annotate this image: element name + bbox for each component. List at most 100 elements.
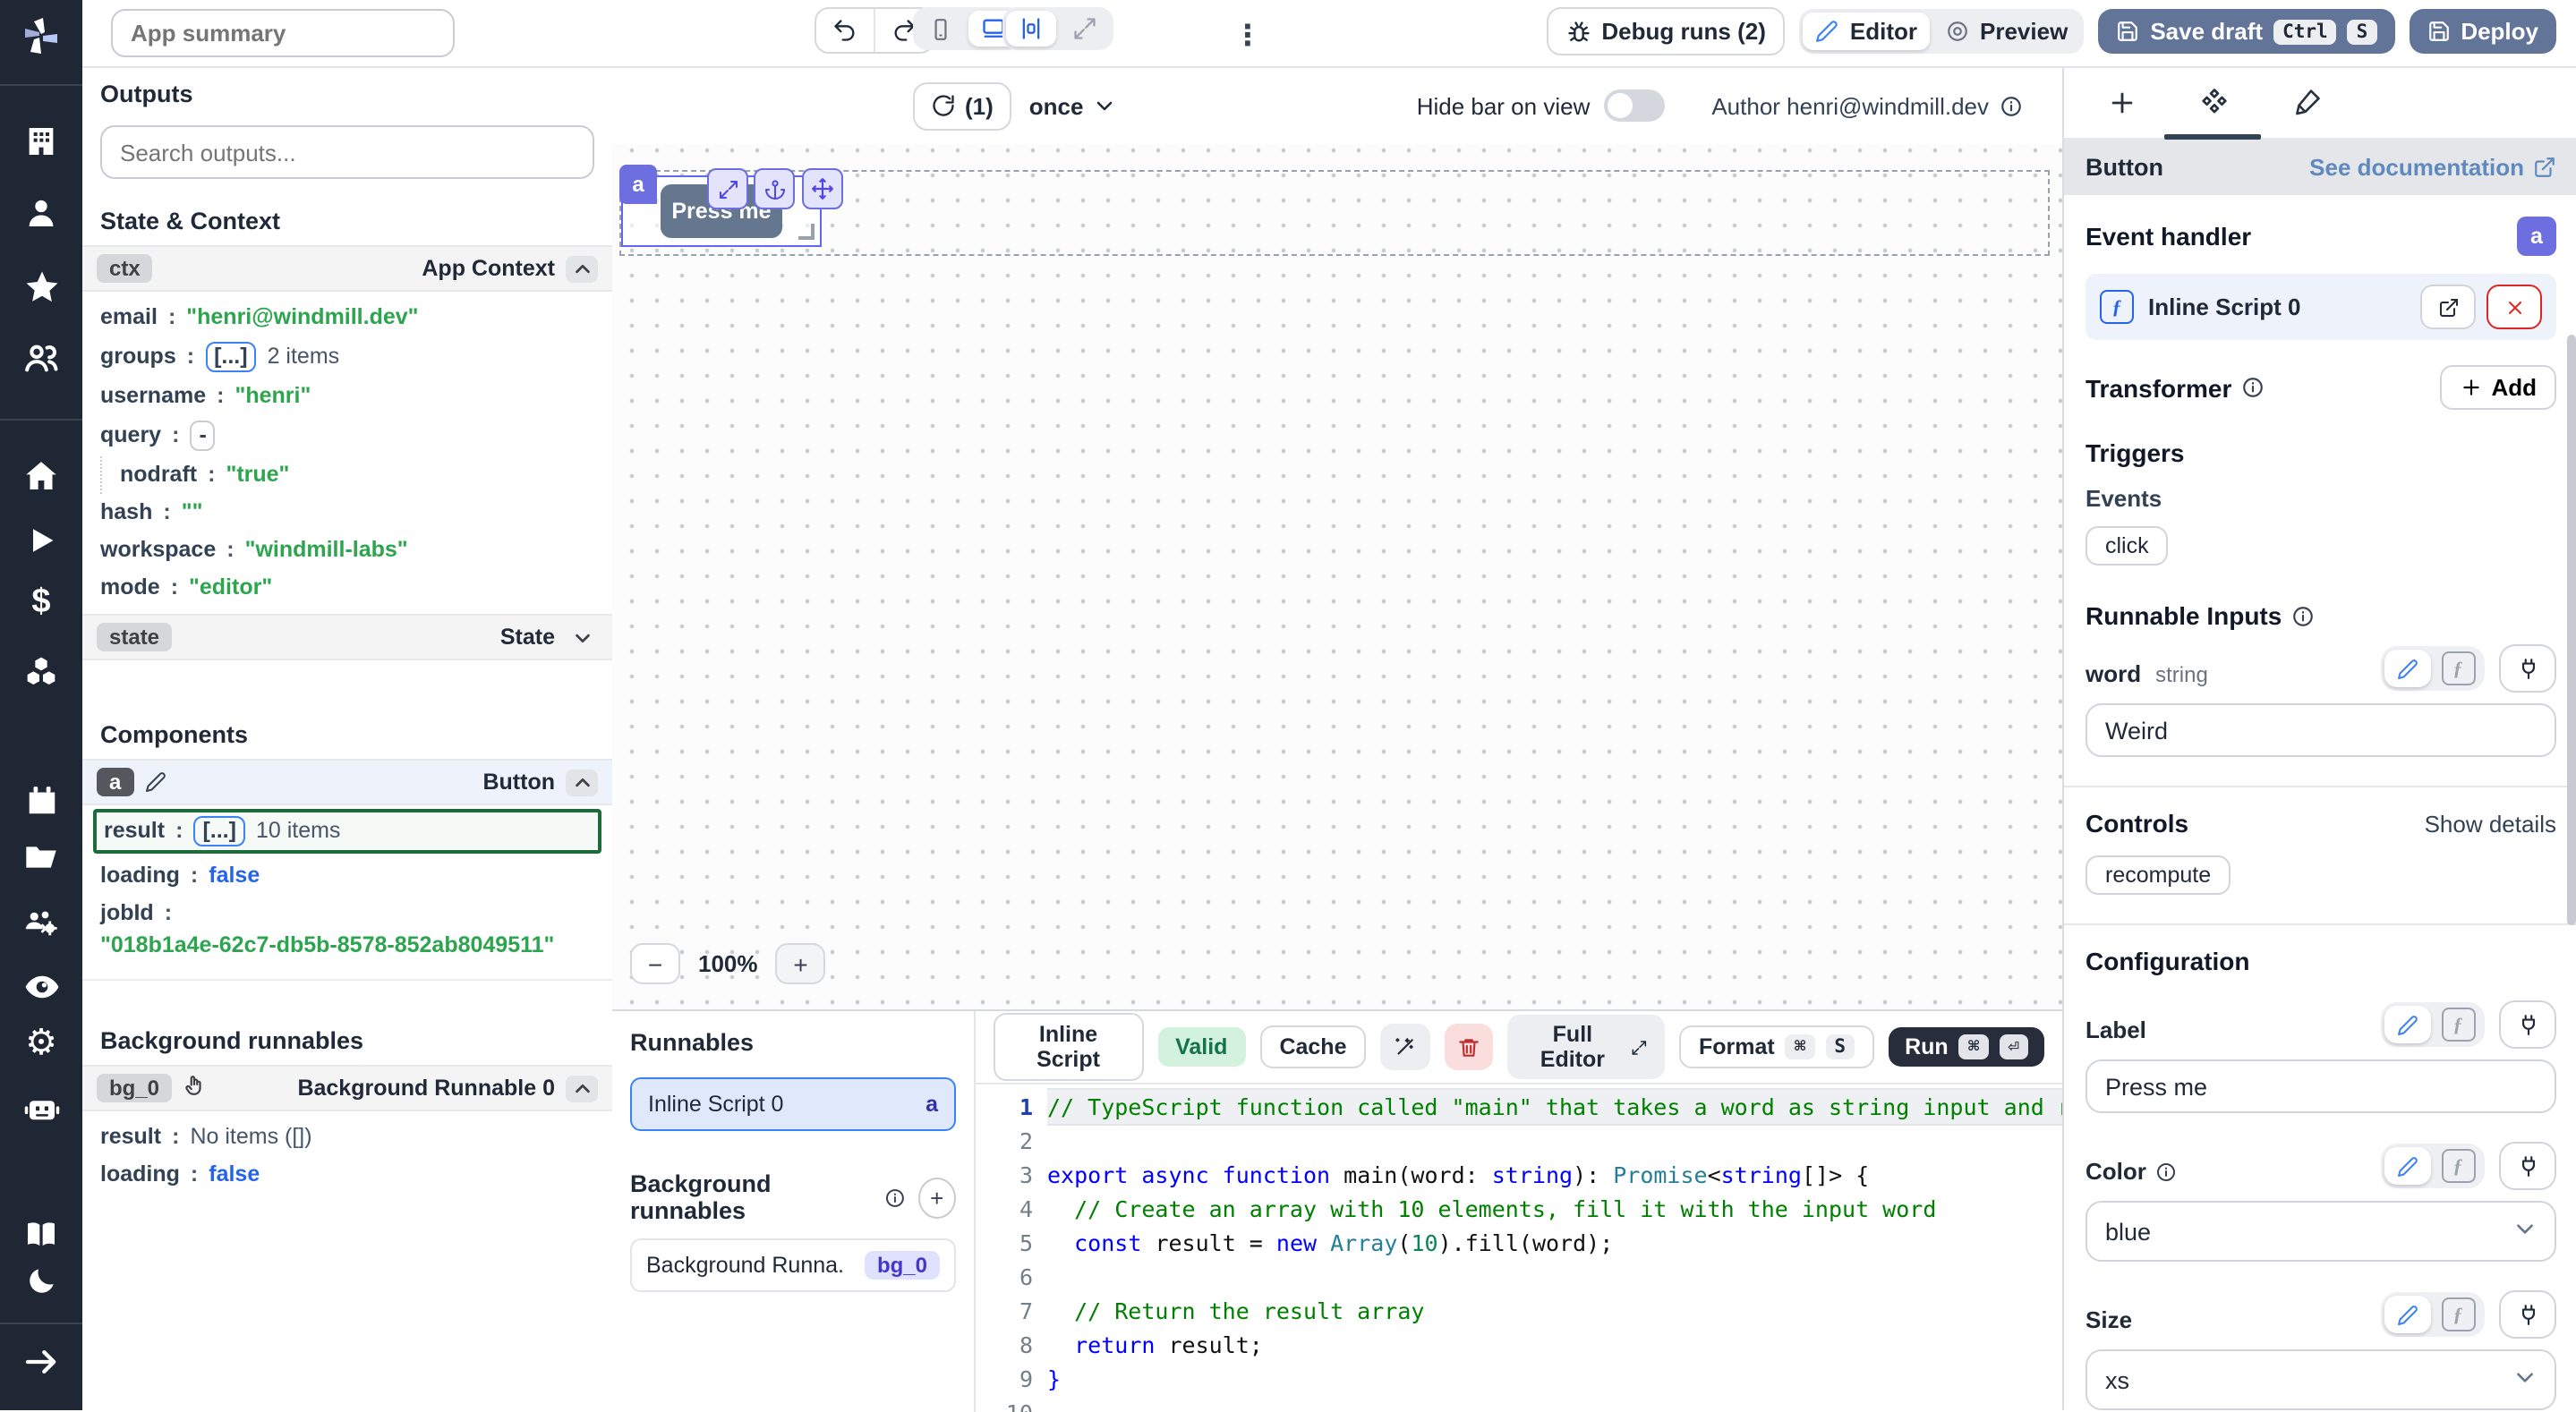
size-select[interactable]: xs [2086,1349,2556,1410]
bg-runnable-header-row[interactable]: bg_0 Background Runnable 0 [82,1065,612,1111]
bg-row-result[interactable]: result:No items ([]) [82,1119,612,1156]
connect-plug-button[interactable] [2499,1290,2556,1339]
expand-array-button[interactable]: [...] [193,816,245,846]
expand-handle[interactable] [707,168,748,209]
word-value-input[interactable] [2086,703,2556,757]
ctx-row-mode[interactable]: mode:"editor" [82,569,612,607]
collapse-chevron-down-icon[interactable] [566,624,598,651]
runnable-item-inline-script-0[interactable]: Inline Script 0 a [630,1077,956,1131]
refresh-mode-select[interactable]: once [1029,92,1116,119]
ctx-header-row[interactable]: ctx App Context [82,245,612,292]
button-component-header-row[interactable]: a Button [82,759,612,805]
schedules-calendar-icon[interactable] [0,784,82,818]
collapse-chevron-up-icon[interactable] [566,769,598,795]
hide-bar-toggle[interactable] [1604,89,1665,122]
deploy-button[interactable]: Deploy [2409,9,2556,54]
zoom-in-button[interactable]: + [776,943,826,984]
expand-object-button[interactable]: - [190,421,215,451]
eval-mode-button[interactable]: ƒ [2435,1006,2481,1043]
ctx-row-groups[interactable]: groups:[...]2 items [82,336,612,378]
refresh-button[interactable]: (1) [913,81,1011,130]
ai-robot-icon[interactable] [0,1090,82,1127]
eval-mode-button[interactable]: ƒ [2435,650,2481,687]
info-icon[interactable] [884,1186,906,1209]
run-button[interactable]: Run ⌘ ⏎ [1889,1027,2044,1067]
delete-script-button[interactable] [1444,1024,1493,1070]
see-documentation-link[interactable]: See documentation [2309,154,2556,181]
code-lines[interactable]: // TypeScript function called "main" tha… [1047,1085,2062,1412]
cache-button[interactable]: Cache [1259,1025,1366,1068]
tab-component-settings[interactable] [2198,86,2231,118]
eval-mode-button[interactable]: ƒ [2435,1147,2481,1185]
groups-users-icon[interactable] [0,340,82,376]
format-button[interactable]: Format ⌘ S [1679,1025,1874,1068]
windmill-logo-icon[interactable] [0,14,82,57]
docs-book-icon[interactable] [0,1217,82,1253]
eval-mode-button[interactable]: ƒ [2435,1296,2481,1333]
add-transformer-button[interactable]: Add [2439,365,2556,410]
user-icon[interactable] [0,195,82,231]
show-details-link[interactable]: Show details [2425,810,2556,837]
ai-wand-button[interactable] [1381,1024,1430,1070]
editor-tab[interactable]: Editor [1804,13,1930,50]
favorites-star-icon[interactable] [0,268,82,306]
save-draft-button[interactable]: Save draft Ctrl S [2098,9,2394,54]
ctx-row-nodraft[interactable]: nodraft:"true" [100,456,612,494]
resize-handle[interactable] [798,224,815,240]
collapse-chevron-up-icon[interactable] [566,1075,598,1102]
variables-dollar-icon[interactable]: $ [0,585,82,621]
panel-scrollbar-thumb[interactable] [2567,335,2576,925]
collapse-chevron-up-icon[interactable] [566,255,598,282]
zoom-out-button[interactable]: − [630,943,680,984]
preview-tab[interactable]: Preview [1933,13,2080,50]
info-icon[interactable] [2240,376,2264,399]
settings-gear-icon[interactable]: ⚙ [0,1027,82,1061]
expand-array-button[interactable]: [...] [205,342,257,372]
app-canvas[interactable]: a Press me − 100% + [612,145,2062,1009]
button-row-loading[interactable]: loading:false [82,857,612,895]
center-layout-button[interactable] [1006,11,1056,47]
state-header-row[interactable]: state State [82,614,612,660]
static-mode-button[interactable] [2384,1147,2431,1185]
label-value-input[interactable] [2086,1059,2556,1113]
info-icon[interactable] [2155,1161,2177,1182]
search-outputs-input[interactable] [100,125,594,179]
connect-plug-button[interactable] [2499,1142,2556,1190]
connect-plug-button[interactable] [2499,1000,2556,1049]
static-mode-button[interactable] [2384,650,2431,687]
open-script-button[interactable] [2420,285,2476,329]
event-click-pill[interactable]: click [2086,526,2169,566]
bg-row-loading[interactable]: loading:false [82,1156,612,1194]
component-id-tag[interactable]: a [619,165,657,204]
folders-icon[interactable] [0,839,82,875]
color-select[interactable]: blue [2086,1201,2556,1262]
move-handle[interactable] [802,168,843,209]
ctx-row-hash[interactable]: hash:"" [82,494,612,532]
home-icon[interactable] [0,458,82,494]
workers-users-gear-icon[interactable] [0,906,82,943]
inline-script-row[interactable]: ƒ Inline Script 0 [2086,274,2556,340]
ctx-row-username[interactable]: username:"henri" [82,378,612,415]
app-summary-input[interactable] [111,9,455,57]
runs-play-icon[interactable] [0,524,82,557]
connect-plug-button[interactable] [2499,644,2556,693]
mobile-view-button[interactable] [917,11,965,47]
edit-id-pencil-icon[interactable] [144,771,166,793]
full-width-layout-button[interactable] [1060,11,1110,47]
info-icon[interactable] [2290,604,2314,627]
button-row-jobid[interactable]: jobId: [82,895,612,932]
button-row-result[interactable]: result:[...]10 items [97,812,598,850]
full-editor-button[interactable]: Full Editor [1507,1015,1665,1079]
static-mode-button[interactable] [2384,1006,2431,1043]
code-editor-area[interactable]: 1 2 3 4 5 6 7 8 9 10 // TypeScript funct… [976,1083,2062,1412]
tab-insert-component[interactable] [2107,87,2137,117]
tab-styling[interactable] [2291,87,2322,117]
recompute-pill[interactable]: recompute [2086,855,2231,895]
runnable-item-bg-0[interactable]: Background Runna... bg_0 [630,1238,956,1292]
dark-mode-moon-icon[interactable] [0,1263,82,1297]
expand-sidebar-arrow-icon[interactable] [0,1344,82,1380]
more-menu[interactable]: ⋮ [1233,18,1262,54]
ctx-row-email[interactable]: email:"henri@windmill.dev" [82,299,612,336]
anchor-handle[interactable] [754,168,795,209]
audit-eye-icon[interactable] [0,968,82,1006]
